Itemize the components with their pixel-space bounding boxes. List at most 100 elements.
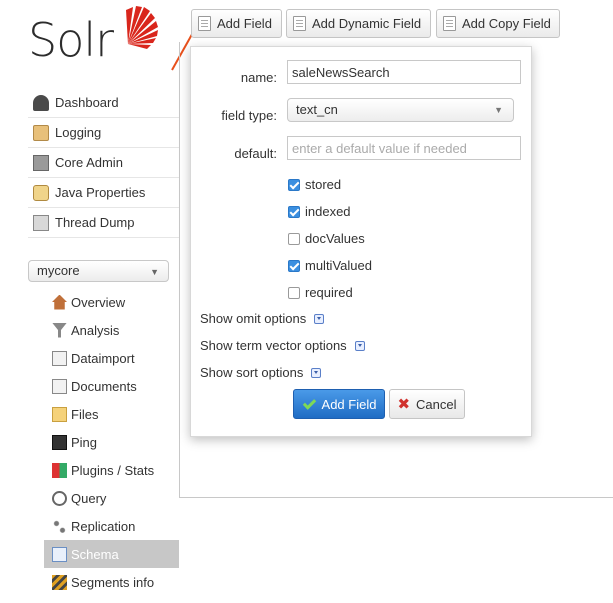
required-checkbox-row[interactable]: required <box>288 285 353 300</box>
multivalued-checkbox[interactable] <box>288 259 300 272</box>
docvalues-checkbox[interactable] <box>288 232 300 245</box>
add-copy-field-label: Add Copy Field <box>462 16 551 31</box>
core-item-documents[interactable]: Documents <box>44 372 179 400</box>
core-item-label: Documents <box>71 378 137 394</box>
multivalued-label: multiValued <box>305 258 372 273</box>
core-selector-value: mycore <box>37 263 80 278</box>
docvalues-label: docValues <box>305 231 365 246</box>
chevron-down-icon: ▼ <box>150 267 159 277</box>
expand-icon <box>354 340 365 351</box>
show-sort-options-toggle[interactable]: Show sort options <box>200 365 322 380</box>
required-label: required <box>305 285 353 300</box>
thread-dump-icon <box>33 214 49 231</box>
show-omit-options-toggle[interactable]: Show omit options <box>200 311 325 326</box>
logo-text: Solr <box>28 13 114 67</box>
cancel-label: Cancel <box>416 396 457 412</box>
submit-add-field-button[interactable]: Add Field <box>293 389 385 419</box>
content-border-left <box>179 42 180 498</box>
multivalued-checkbox-row[interactable]: multiValued <box>288 258 372 273</box>
add-dynamic-field-button[interactable]: Add Dynamic Field <box>286 9 431 38</box>
add-field-label: Add Field <box>217 16 272 31</box>
home-icon <box>52 294 67 310</box>
core-item-files[interactable]: Files <box>44 400 179 428</box>
checkmark-icon <box>302 397 316 411</box>
sidebar-item-thread-dump[interactable]: Thread Dump <box>28 208 180 238</box>
add-copy-field-button[interactable]: Add Copy Field <box>436 9 560 38</box>
sidebar-item-label: Core Admin <box>55 155 123 170</box>
segments-icon <box>52 574 67 590</box>
core-item-segments-info[interactable]: Segments info <box>44 568 179 596</box>
indexed-checkbox[interactable] <box>288 205 300 218</box>
ping-icon <box>52 434 67 450</box>
core-item-label: Dataimport <box>71 350 135 366</box>
core-item-label: Analysis <box>71 322 120 338</box>
stored-label: stored <box>305 177 342 192</box>
core-item-analysis[interactable]: Analysis <box>44 316 179 344</box>
stored-checkbox[interactable] <box>288 178 300 191</box>
core-item-label: Ping <box>71 434 98 450</box>
core-item-label: Replication <box>71 518 136 534</box>
schema-icon <box>52 546 67 562</box>
field-type-select[interactable]: text_cn ▼ <box>287 98 514 122</box>
cancel-button[interactable]: ✖ Cancel <box>389 389 465 419</box>
solr-sun-icon <box>126 6 158 49</box>
expand-icon <box>314 313 325 324</box>
core-item-schema[interactable]: Schema <box>44 540 179 568</box>
document-copy-icon <box>443 16 456 31</box>
sidebar-item-dashboard[interactable]: Dashboard <box>28 88 180 118</box>
name-label: name: <box>240 70 277 85</box>
indexed-checkbox-row[interactable]: indexed <box>288 204 351 219</box>
show-omit-options-label: Show omit options <box>200 311 307 326</box>
core-item-query[interactable]: Query <box>44 484 179 512</box>
sidebar-item-core-admin[interactable]: Core Admin <box>28 148 180 178</box>
close-icon: ✖ <box>397 396 411 413</box>
java-properties-icon <box>33 184 49 201</box>
folder-icon <box>52 406 67 422</box>
plugins-icon <box>52 462 67 478</box>
solr-logo[interactable]: Solr <box>28 4 178 68</box>
default-label: default: <box>234 146 277 161</box>
document-add-icon <box>198 16 211 31</box>
content-border-bottom <box>179 497 613 498</box>
dashboard-icon <box>33 94 49 111</box>
documents-icon <box>52 378 67 394</box>
stored-checkbox-row[interactable]: stored <box>288 177 341 192</box>
sidebar-item-label: Java Properties <box>55 185 146 200</box>
show-term-vector-options-label: Show term vector options <box>200 338 347 353</box>
core-nav: Overview Analysis Dataimport Documents F… <box>44 288 179 596</box>
logging-icon <box>33 124 49 141</box>
add-field-dialog: name: field type: text_cn ▼ default: sto… <box>190 46 532 437</box>
core-item-overview[interactable]: Overview <box>44 288 179 316</box>
sidebar-item-java-properties[interactable]: Java Properties <box>28 178 180 208</box>
submit-label: Add Field <box>321 396 377 412</box>
core-admin-icon <box>33 154 49 171</box>
expand-icon <box>311 367 322 378</box>
add-dynamic-field-label: Add Dynamic Field <box>312 16 422 31</box>
core-item-label: Schema <box>71 546 119 562</box>
docvalues-checkbox-row[interactable]: docValues <box>288 231 365 246</box>
core-item-dataimport[interactable]: Dataimport <box>44 344 179 372</box>
funnel-icon <box>52 322 67 338</box>
field-type-value: text_cn <box>296 102 338 117</box>
sidebar-item-label: Logging <box>55 125 102 140</box>
sidebar-item-label: Thread Dump <box>55 215 135 230</box>
chevron-down-icon: ▼ <box>494 105 503 115</box>
document-add-icon <box>293 16 306 31</box>
sidebar-item-logging[interactable]: Logging <box>28 118 180 148</box>
core-selector[interactable]: mycore ▼ <box>28 260 169 282</box>
default-value-field[interactable] <box>287 136 521 160</box>
core-item-label: Segments info <box>71 574 155 590</box>
core-item-plugins-stats[interactable]: Plugins / Stats <box>44 456 179 484</box>
dataimport-icon <box>52 350 67 366</box>
core-item-label: Query <box>71 490 107 506</box>
core-item-ping[interactable]: Ping <box>44 428 179 456</box>
show-sort-options-label: Show sort options <box>200 365 304 380</box>
show-term-vector-options-toggle[interactable]: Show term vector options <box>200 338 365 353</box>
add-field-button[interactable]: Add Field <box>191 9 282 38</box>
required-checkbox[interactable] <box>288 286 300 299</box>
core-item-replication[interactable]: Replication <box>44 512 179 540</box>
core-item-label: Plugins / Stats <box>71 462 155 478</box>
replication-icon <box>52 518 67 534</box>
magnifier-icon <box>52 490 67 506</box>
name-field[interactable] <box>287 60 521 84</box>
